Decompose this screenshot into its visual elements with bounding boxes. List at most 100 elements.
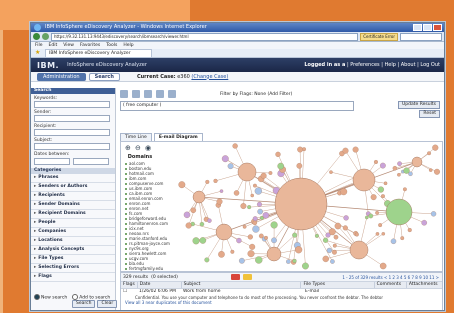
favorites-star-icon[interactable]: ★	[35, 50, 41, 56]
back-icon[interactable]	[33, 33, 40, 40]
filter-flags-label[interactable]: Filter by Flags: None (Add Filter)	[220, 92, 292, 97]
category-item[interactable]: ▸ Flags	[31, 273, 115, 282]
refresh-icon[interactable]	[156, 90, 164, 98]
category-item[interactable]: ▸ Senders or Authors	[31, 183, 115, 192]
graph-node	[250, 193, 254, 198]
menu-favorites[interactable]: Favorites	[80, 42, 100, 49]
graph-node	[428, 168, 433, 172]
forward-icon[interactable]	[42, 33, 49, 40]
results-header: 329 results (0 selected) 1 - 25 of 329 r…	[121, 273, 442, 282]
browser-tab[interactable]: IBM InfoSphere eDiscovery Analyzer	[45, 49, 152, 57]
header-link-list[interactable]: | Preferences | Help | About | Log Out	[347, 62, 440, 68]
graph-node	[379, 162, 386, 169]
category-item[interactable]: ▸ Companies	[31, 228, 115, 237]
graph-node	[252, 216, 258, 222]
graph-node	[397, 161, 402, 167]
category-item[interactable]: ▸ People	[31, 219, 115, 228]
graph-node	[233, 190, 240, 196]
graph-node	[342, 225, 348, 231]
save-icon[interactable]	[132, 90, 140, 98]
graph-node	[292, 232, 298, 238]
radio-icon	[34, 293, 40, 300]
col-date[interactable]: Date	[138, 282, 182, 288]
menu-help[interactable]: Help	[123, 42, 133, 49]
fit-icon[interactable]: ◉	[145, 145, 152, 152]
domain-dot-icon	[125, 188, 127, 190]
browser-window: IBM InfoSphere eDiscovery Analyzer - Win…	[30, 22, 445, 311]
browser-search-input[interactable]	[400, 32, 442, 41]
window-controls	[413, 24, 442, 31]
query-display[interactable]: ( free computer )	[120, 101, 354, 111]
pager-pages[interactable]: < 1 2 3 4 5 6 7 8 9 10 11 >	[384, 275, 439, 280]
view-duplicates-link[interactable]: View all 3 near duplicates of this docum…	[121, 300, 442, 305]
graph-node	[379, 262, 387, 270]
flag-yellow-icon[interactable]	[242, 274, 252, 280]
certificate-error-badge[interactable]: Certificate Error	[360, 32, 398, 41]
graph-node	[264, 235, 268, 240]
pager-range: 1 - 25 of 329 results	[342, 274, 383, 280]
search-submit-button[interactable]: Search	[72, 300, 96, 308]
results-selected: (0 selected)	[151, 274, 178, 280]
sender-input[interactable]	[34, 115, 110, 122]
expand-icon: ▸	[34, 202, 37, 207]
menu-tools[interactable]: Tools	[106, 42, 117, 49]
address-bar: https://9.32.131.13:9443/ediscovery/sear…	[31, 32, 444, 42]
pager[interactable]: 1 - 25 of 329 results < 1 2 3 4 5 6 7 8 …	[342, 275, 439, 280]
col-flags[interactable]: Flags	[121, 282, 138, 288]
print-icon[interactable]	[120, 90, 128, 98]
col-subject[interactable]: Subject	[182, 282, 302, 288]
email-network-graph[interactable]	[159, 142, 441, 270]
graph-node	[238, 257, 245, 264]
category-item[interactable]: ▸ Phrases	[31, 174, 115, 183]
graph-hub-node	[274, 177, 328, 231]
expand-icon: ▸	[34, 211, 37, 216]
graph-node	[230, 249, 235, 254]
new-search-option[interactable]: New search	[34, 293, 67, 300]
administration-button[interactable]: Administration	[37, 72, 86, 81]
col-file-types[interactable]: File Types	[301, 282, 375, 288]
url-field[interactable]: https://9.32.131.13:9443/ediscovery/sear…	[51, 32, 359, 41]
category-item[interactable]: ▸ Sender Domains	[31, 201, 115, 210]
graph-node	[221, 155, 229, 163]
date-to-input[interactable]	[73, 158, 109, 165]
recipient-input[interactable]	[34, 129, 110, 136]
col-attachments[interactable]: Attachments	[407, 282, 442, 288]
nav-row: Administration Search Current Case: e360…	[31, 72, 444, 82]
category-item[interactable]: ▸ File Types	[31, 255, 115, 264]
expand-icon: ▸	[34, 220, 37, 225]
settings-icon[interactable]	[168, 90, 176, 98]
date-from-input[interactable]	[34, 158, 70, 165]
domain-dot-icon	[125, 243, 127, 245]
minimize-button[interactable]	[413, 24, 422, 31]
export-icon[interactable]	[144, 90, 152, 98]
menu-file[interactable]: File	[35, 42, 43, 49]
update-results-button[interactable]: Update Results	[398, 101, 440, 109]
category-item[interactable]: ▸ Recipients	[31, 192, 115, 201]
subject-input[interactable]	[34, 143, 110, 150]
change-case-link[interactable]: (Change Case)	[191, 74, 228, 80]
flag-red-icon[interactable]	[230, 274, 240, 280]
close-button[interactable]	[433, 24, 442, 31]
graph-node	[292, 258, 297, 264]
graph-node	[381, 232, 386, 236]
reset-button[interactable]: Reset	[419, 110, 440, 118]
search-actions: Search Clear	[72, 300, 118, 308]
graph-hub-node	[385, 198, 413, 226]
header-links: Logged in as a | Preferences | Help | Ab…	[304, 62, 440, 68]
menu-edit[interactable]: Edit	[49, 42, 58, 49]
zoom-in-icon[interactable]: ⊕	[125, 145, 132, 152]
graph-node	[270, 221, 278, 229]
category-item[interactable]: ▸ Recipient Domains	[31, 210, 115, 219]
col-comments[interactable]: Comments	[375, 282, 407, 288]
category-item[interactable]: ▸ Locations	[31, 237, 115, 246]
menu-view[interactable]: View	[63, 42, 74, 49]
graph-node	[326, 247, 332, 254]
domain-dot-icon	[125, 263, 127, 265]
category-item[interactable]: ▸ Analysis Concepts	[31, 246, 115, 255]
clear-button[interactable]: Clear	[97, 300, 118, 308]
zoom-out-icon[interactable]: ⊖	[135, 145, 142, 152]
keywords-input[interactable]	[34, 101, 110, 108]
maximize-button[interactable]	[423, 24, 432, 31]
category-item[interactable]: ▸ Selecting Errors	[31, 264, 115, 273]
search-button-tab[interactable]: Search	[88, 72, 120, 81]
